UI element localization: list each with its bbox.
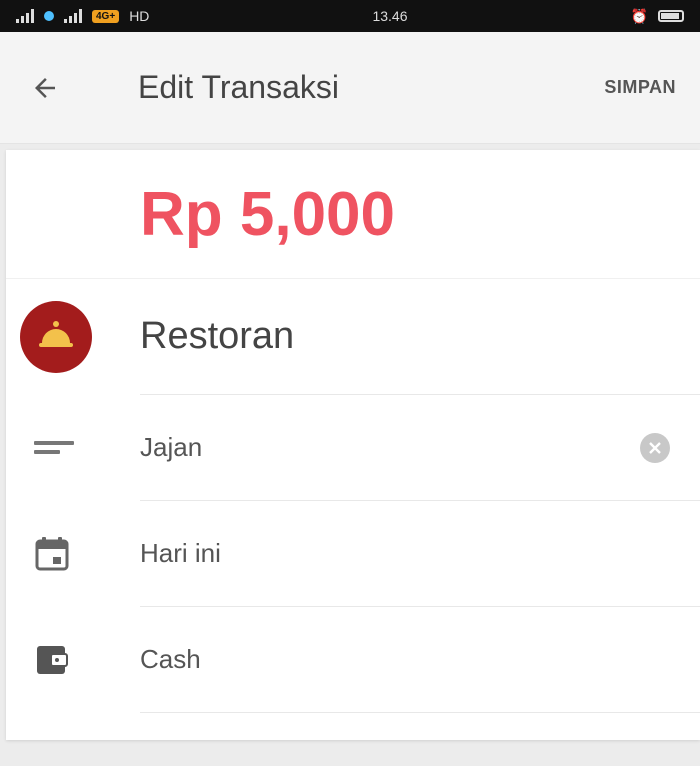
alarm-icon: ⏰ — [630, 7, 648, 24]
category-field: Restoran — [140, 279, 700, 395]
category-avatar — [20, 301, 92, 373]
wallet-field: Cash — [140, 607, 700, 713]
transaction-form: Rp 5,000 Restoran Jajan Hari ini Cash — [6, 150, 700, 740]
status-bar-right: ⏰ — [631, 8, 684, 25]
note-field[interactable]: Jajan — [140, 395, 700, 501]
status-time: 13.46 — [372, 8, 408, 24]
battery-icon — [658, 10, 684, 22]
page-title: Edit Transaksi — [138, 69, 339, 105]
wallet-value: Cash — [140, 644, 201, 674]
save-button[interactable]: SIMPAN — [604, 77, 676, 98]
carrier-badge: 4G+ — [92, 9, 120, 23]
arrow-left-icon — [35, 77, 55, 98]
status-bar-left: 4G+ HD — [16, 8, 149, 24]
date-row[interactable]: Hari ini — [6, 501, 700, 607]
note-value: Jajan — [140, 432, 203, 462]
wallet-row[interactable]: Cash — [6, 607, 700, 713]
date-field: Hari ini — [140, 501, 700, 607]
category-label: Restoran — [140, 315, 295, 357]
signal-icon — [16, 9, 34, 23]
close-icon — [649, 441, 661, 454]
back-button[interactable] — [30, 60, 86, 116]
amount-value: Rp 5,000 — [140, 179, 396, 249]
note-lines-icon — [34, 441, 74, 454]
note-row[interactable]: Jajan — [6, 395, 700, 501]
clear-note-button[interactable] — [640, 432, 670, 463]
signal-icon-2 — [64, 9, 82, 23]
amount-field[interactable]: Rp 5,000 — [6, 150, 700, 279]
calendar-icon — [35, 537, 69, 571]
status-bar: 4G+ HD 13.46 ⏰ — [0, 0, 700, 32]
category-row[interactable]: Restoran — [6, 279, 700, 395]
hd-label: HD — [129, 8, 150, 24]
wallet-icon — [37, 646, 68, 674]
app-toolbar: Edit Transaksi SIMPAN — [0, 32, 700, 144]
app-notification-icon — [44, 11, 54, 21]
date-value: Hari ini — [140, 538, 221, 568]
restaurant-cloche-icon — [39, 321, 73, 347]
